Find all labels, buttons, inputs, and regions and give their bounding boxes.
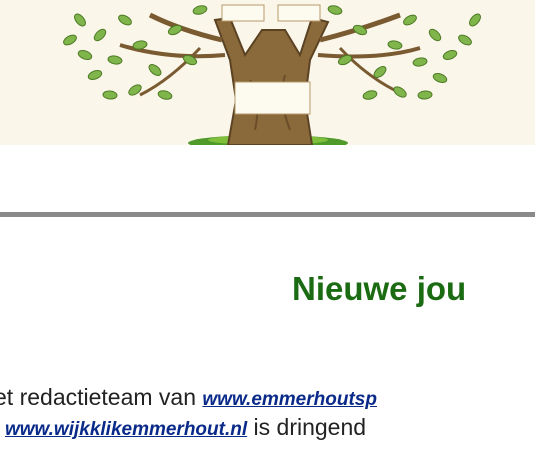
page-heading: Nieuwe jou — [292, 270, 467, 307]
paragraph-text: is dringend — [247, 414, 367, 440]
emmerhout-link[interactable]: www.emmerhoutsp — [202, 389, 377, 410]
paragraph-line-2: www.wijkklikemmerhout.nl is dringend — [5, 412, 366, 445]
horizontal-divider — [0, 212, 535, 217]
family-tree-illustration — [63, 4, 481, 145]
paragraph-line-1: et redactieteam van www.emmerhoutsp — [0, 382, 377, 415]
wijkklik-link[interactable]: www.wijkklikemmerhout.nl — [5, 419, 247, 440]
family-tree-banner — [0, 0, 535, 145]
paragraph-text: et redactieteam van — [0, 384, 203, 410]
